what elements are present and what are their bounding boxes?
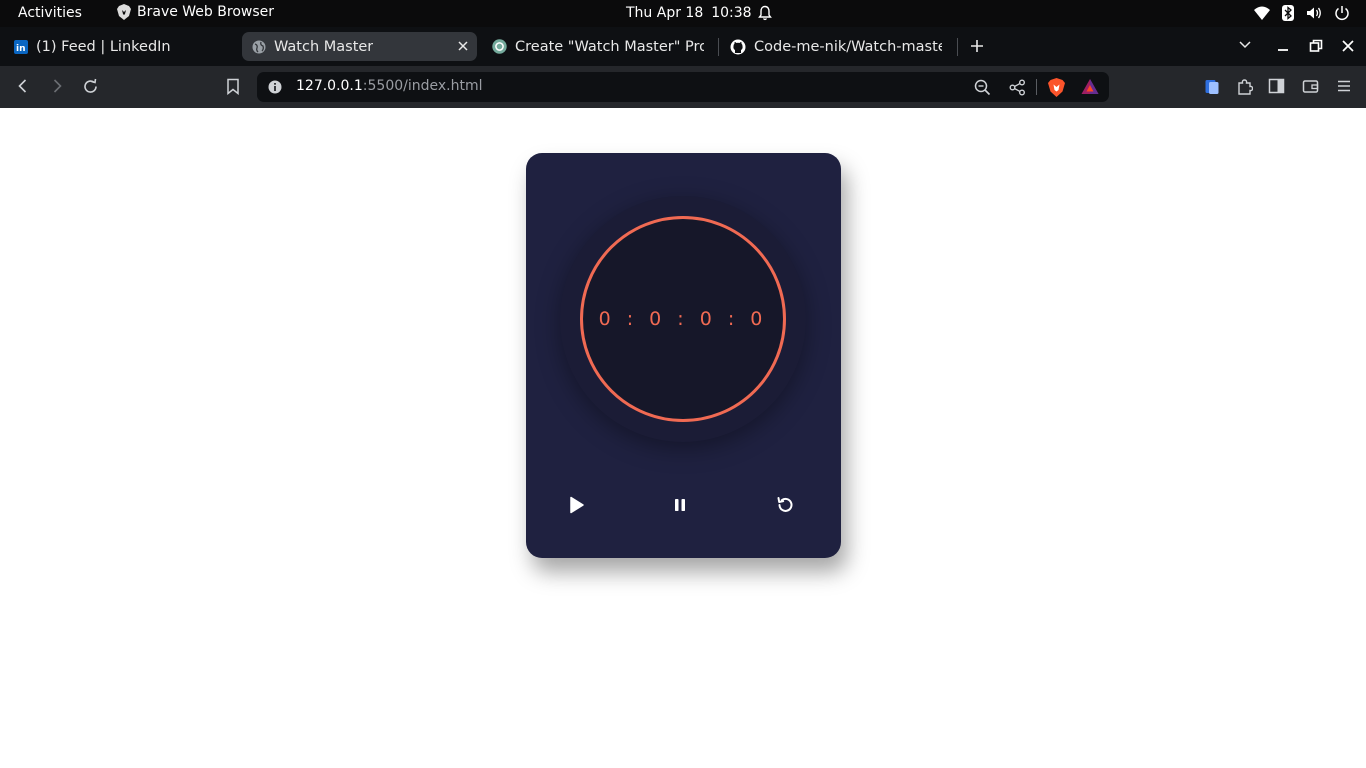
- brave-lion-icon: [117, 4, 131, 20]
- minimize-icon[interactable]: [1276, 39, 1290, 53]
- tab-watch-master[interactable]: Watch Master: [242, 32, 477, 61]
- url-text[interactable]: 127.0.0.1:5500/index.html: [296, 78, 483, 94]
- globe-icon: [252, 40, 266, 54]
- system-tray[interactable]: [1254, 5, 1350, 21]
- brave-rewards-icon[interactable]: [1081, 78, 1099, 95]
- tab-label: (1) Feed | LinkedIn: [36, 38, 171, 55]
- new-tab-icon[interactable]: [969, 38, 985, 54]
- linkedin-icon: in: [14, 39, 28, 54]
- tab-separator: [718, 38, 719, 56]
- page-viewport: 0 : 0 : 0 : 0: [0, 108, 1366, 768]
- activities-button[interactable]: Activities: [18, 5, 82, 21]
- back-icon[interactable]: [15, 78, 31, 94]
- clock-date: Thu Apr 18: [626, 5, 704, 21]
- tab-label: Create "Watch Master" Proje: [515, 38, 704, 55]
- wifi-icon: [1254, 5, 1270, 21]
- bookmark-icon[interactable]: [226, 78, 240, 95]
- menu-icon[interactable]: [1336, 78, 1352, 94]
- system-top-bar: Activities Brave Web Browser Thu Apr 18 …: [0, 0, 1366, 27]
- zoom-out-icon[interactable]: [974, 79, 991, 96]
- close-tab-icon[interactable]: [457, 40, 469, 52]
- power-icon: [1334, 5, 1350, 21]
- extensions-icon[interactable]: [1236, 78, 1253, 95]
- chevron-down-icon[interactable]: [1238, 40, 1252, 50]
- url-host: 127.0.0.1: [296, 78, 363, 94]
- notification-bell-icon[interactable]: [757, 5, 773, 21]
- restore-window-icon[interactable]: [1309, 39, 1323, 53]
- app-name: Brave Web Browser: [137, 4, 274, 20]
- chatgpt-icon: [492, 39, 507, 54]
- app-menu[interactable]: Brave Web Browser: [117, 4, 274, 20]
- brave-shields-icon[interactable]: [1048, 78, 1065, 97]
- reset-button[interactable]: [774, 494, 796, 516]
- clock-time: 10:38: [711, 5, 752, 21]
- stopwatch-dial: 0 : 0 : 0 : 0: [560, 196, 806, 442]
- address-bar[interactable]: 127.0.0.1:5500/index.html: [257, 72, 1109, 102]
- bluetooth-icon: [1282, 5, 1294, 21]
- tab-strip: in (1) Feed | LinkedIn Watch Master Crea…: [0, 27, 1366, 66]
- tab-github[interactable]: Code-me-nik/Watch-master: [720, 32, 952, 61]
- sidebar-toggle-icon[interactable]: [1268, 78, 1285, 94]
- tab-label: Code-me-nik/Watch-master: [754, 38, 942, 55]
- play-button[interactable]: [565, 494, 587, 516]
- reload-icon[interactable]: [82, 78, 99, 95]
- tab-label: Watch Master: [274, 38, 374, 55]
- stopwatch-card: 0 : 0 : 0 : 0: [526, 153, 841, 558]
- tab-separator: [957, 38, 958, 56]
- time-display: 0 : 0 : 0 : 0: [598, 308, 768, 330]
- github-icon: [730, 39, 746, 55]
- forward-icon[interactable]: [49, 78, 65, 94]
- pause-button[interactable]: [669, 494, 691, 516]
- browser-toolbar: 127.0.0.1:5500/index.html: [0, 66, 1366, 108]
- clock[interactable]: Thu Apr 18 10:38: [626, 5, 752, 21]
- volume-icon: [1306, 5, 1322, 21]
- reset-icon: [777, 497, 793, 512]
- close-window-icon[interactable]: [1341, 39, 1355, 53]
- site-info-icon[interactable]: [268, 80, 282, 94]
- share-icon[interactable]: [1009, 79, 1026, 96]
- url-path: :5500/index.html: [362, 78, 483, 94]
- pause-icon: [675, 499, 685, 511]
- stopwatch-ring: 0 : 0 : 0 : 0: [580, 216, 786, 422]
- svg-text:in: in: [16, 44, 26, 54]
- wallet-icon[interactable]: [1302, 78, 1319, 94]
- tab-linkedin[interactable]: in (1) Feed | LinkedIn: [4, 32, 236, 61]
- address-bar-separator: [1036, 79, 1037, 95]
- tab-chatgpt[interactable]: Create "Watch Master" Proje: [482, 32, 714, 61]
- wallet-cards-icon[interactable]: [1204, 78, 1220, 95]
- play-icon: [570, 496, 584, 514]
